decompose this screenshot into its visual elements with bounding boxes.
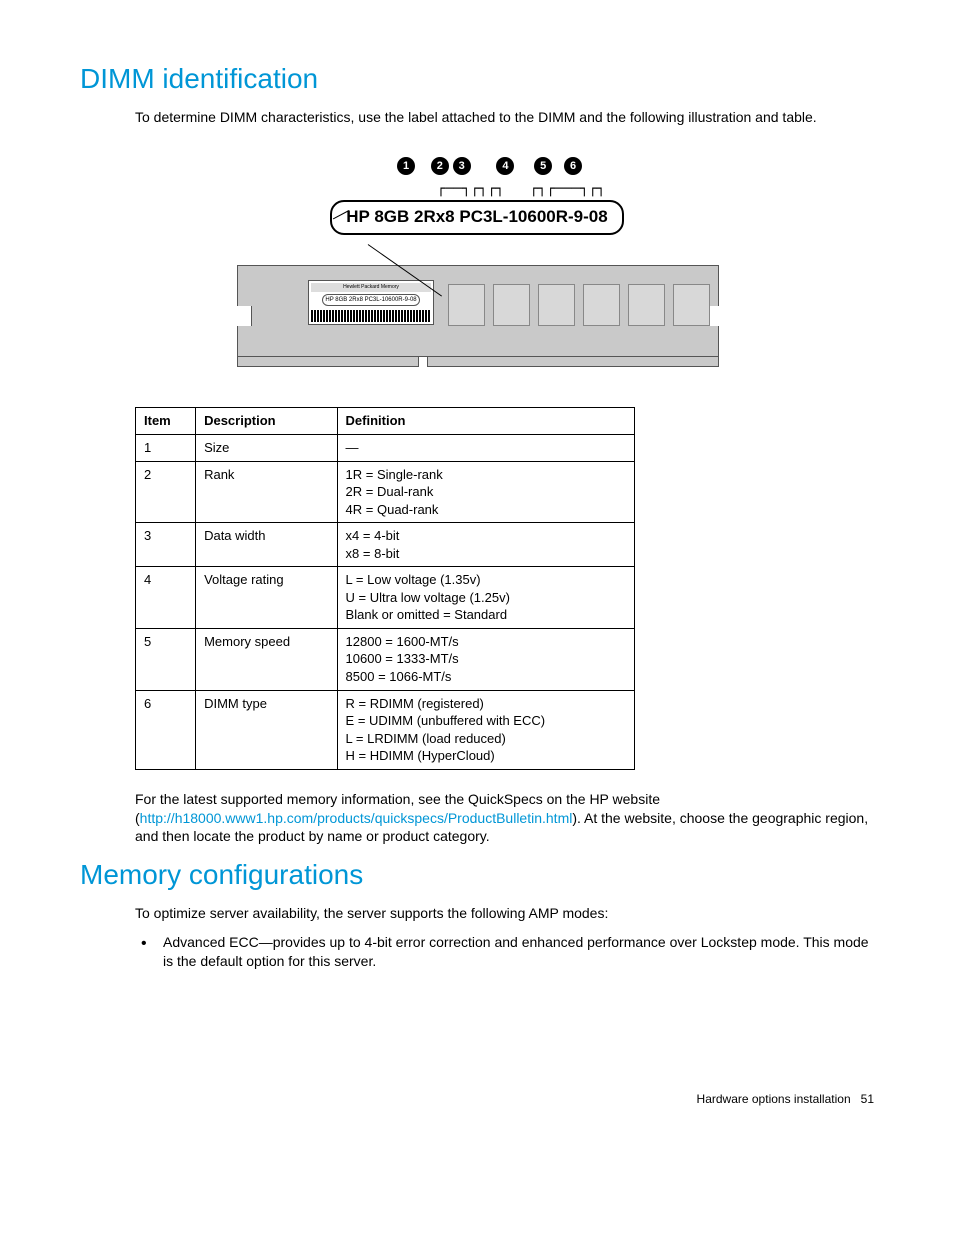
table-row: 3Data widthx4 = 4-bitx8 = 8-bit bbox=[136, 523, 635, 567]
memcfg-intro: To optimize server availability, the ser… bbox=[135, 904, 874, 923]
table-row: 2Rank1R = Single-rank2R = Dual-rank4R = … bbox=[136, 461, 635, 523]
cell-def: — bbox=[337, 434, 634, 461]
section-heading-dimm: DIMM identification bbox=[80, 60, 874, 98]
table-row: 6DIMM typeR = RDIMM (registered)E = UDIM… bbox=[136, 690, 635, 769]
callout-4: 4 bbox=[496, 157, 514, 175]
cell-item: 5 bbox=[136, 628, 196, 690]
intro-paragraph: To determine DIMM characteristics, use t… bbox=[135, 108, 874, 127]
cell-desc: DIMM type bbox=[196, 690, 337, 769]
callout-1: 1 bbox=[397, 157, 415, 175]
cell-item: 3 bbox=[136, 523, 196, 567]
callout-6: 6 bbox=[564, 157, 582, 175]
cell-desc: Size bbox=[196, 434, 337, 461]
callout-5: 5 bbox=[534, 157, 552, 175]
quickspecs-link[interactable]: http://h18000.www1.hp.com/products/quick… bbox=[140, 810, 573, 826]
page-footer: Hardware options installation 51 bbox=[80, 1091, 874, 1107]
cell-desc: Data width bbox=[196, 523, 337, 567]
cell-item: 4 bbox=[136, 567, 196, 629]
cell-item: 2 bbox=[136, 461, 196, 523]
th-item: Item bbox=[136, 408, 196, 435]
cell-def: L = Low voltage (1.35v)U = Ultra low vol… bbox=[337, 567, 634, 629]
dimm-module: Hewlett Packard Memory HP 8GB 2Rx8 PC3L-… bbox=[237, 265, 719, 367]
cell-desc: Rank bbox=[196, 461, 337, 523]
list-item: Advanced ECC—provides up to 4-bit error … bbox=[135, 933, 874, 971]
post-table-paragraph: For the latest supported memory informat… bbox=[135, 790, 874, 847]
callout-3: 3 bbox=[453, 157, 471, 175]
cell-def: R = RDIMM (registered)E = UDIMM (unbuffe… bbox=[337, 690, 634, 769]
bracket-row: ┌──┐┌┐┌┐ ┌┐┌───┐┌┐ bbox=[237, 180, 717, 199]
definition-table: Item Description Definition 1Size—2Rank1… bbox=[135, 407, 635, 769]
table-row: 5Memory speed12800 = 1600-MT/s10600 = 13… bbox=[136, 628, 635, 690]
section-heading-memcfg: Memory configurations bbox=[80, 856, 874, 894]
table-row: 4Voltage ratingL = Low voltage (1.35v)U … bbox=[136, 567, 635, 629]
cell-item: 6 bbox=[136, 690, 196, 769]
cell-desc: Voltage rating bbox=[196, 567, 337, 629]
callout-2: 2 bbox=[431, 157, 449, 175]
cell-desc: Memory speed bbox=[196, 628, 337, 690]
table-row: 1Size— bbox=[136, 434, 635, 461]
cell-item: 1 bbox=[136, 434, 196, 461]
dimm-sticker: Hewlett Packard Memory HP 8GB 2Rx8 PC3L-… bbox=[308, 280, 434, 325]
cell-def: x4 = 4-bitx8 = 8-bit bbox=[337, 523, 634, 567]
dimm-label-text: HP 8GB 2Rx8 PC3L-10600R-9-08 bbox=[330, 200, 623, 235]
th-def: Definition bbox=[337, 408, 634, 435]
amp-modes-list: Advanced ECC—provides up to 4-bit error … bbox=[135, 933, 874, 971]
cell-def: 12800 = 1600-MT/s10600 = 1333-MT/s8500 =… bbox=[337, 628, 634, 690]
th-desc: Description bbox=[196, 408, 337, 435]
cell-def: 1R = Single-rank2R = Dual-rank4R = Quad-… bbox=[337, 461, 634, 523]
dimm-illustration: 1 2 3 4 5 6 ┌──┐┌┐┌┐ ┌┐┌───┐┌┐ HP 8GB 2R… bbox=[80, 157, 874, 368]
